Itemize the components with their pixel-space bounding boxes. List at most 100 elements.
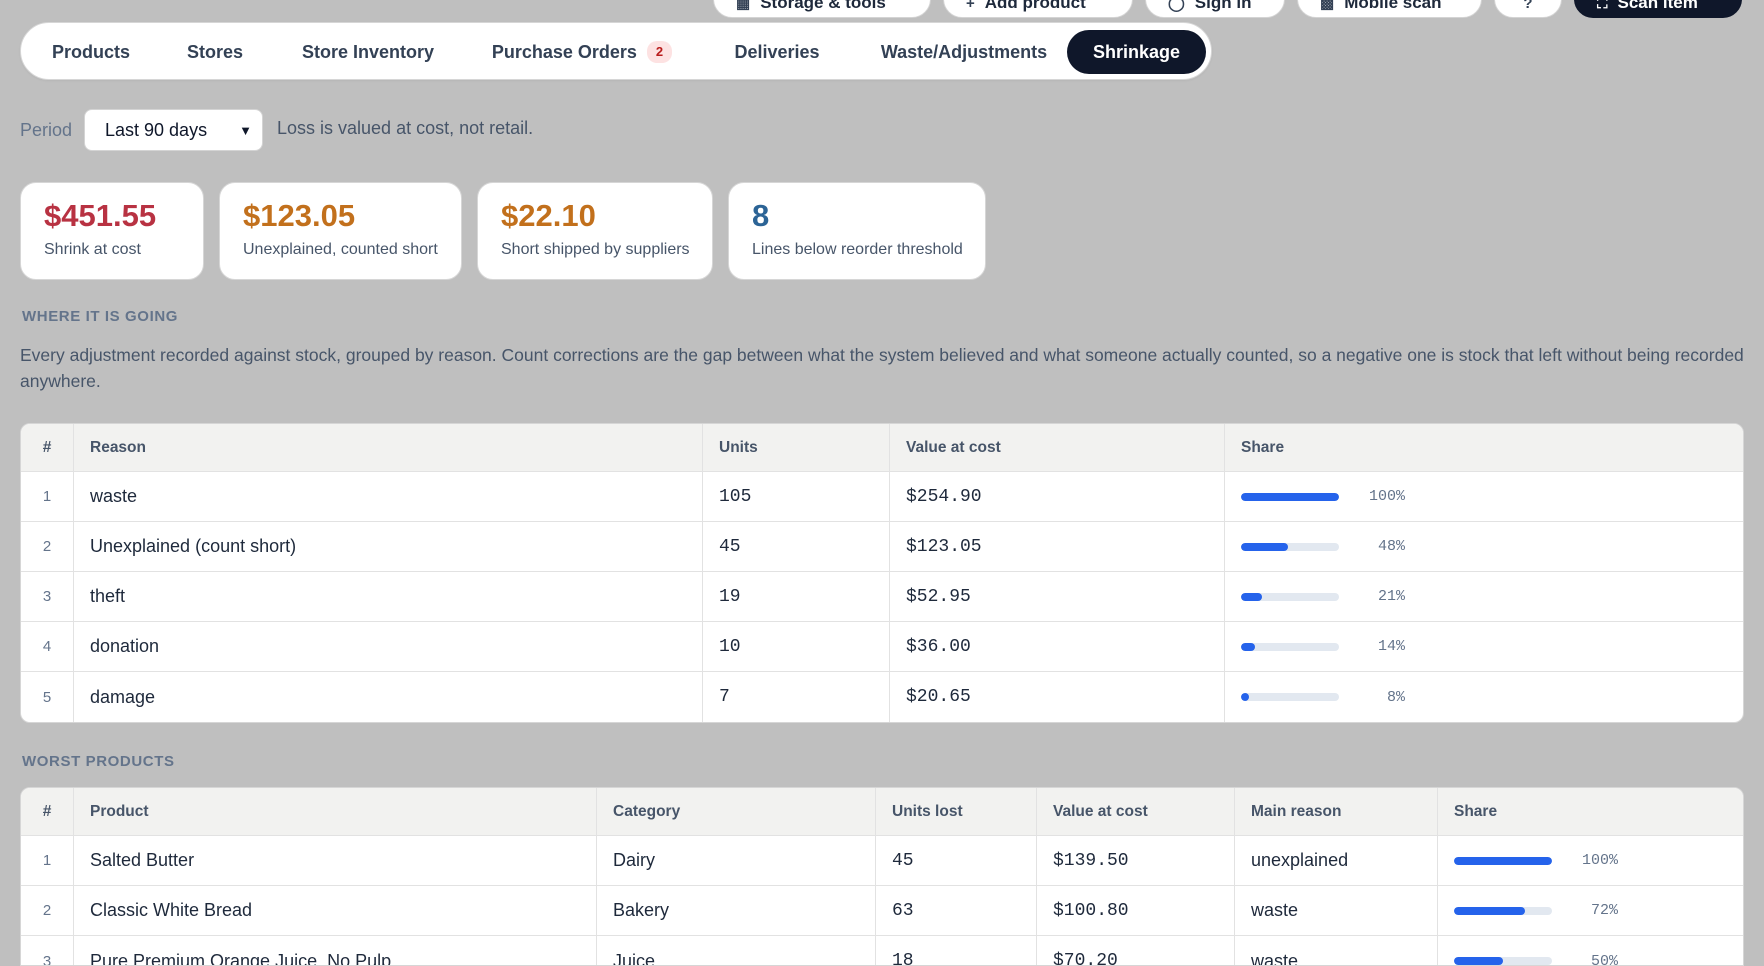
units-text: 10 (719, 636, 741, 657)
reason-name: damage (73, 672, 702, 722)
units: 10 (702, 622, 889, 671)
row-index-text: 3 (42, 952, 52, 966)
main-reason: waste (1234, 936, 1437, 966)
value-at-cost: $139.50 (1036, 836, 1234, 885)
products-section-title: Worst products (22, 753, 175, 770)
table-row[interactable]: 4 donation 10 $36.00 14% (21, 622, 1743, 672)
units-lost-text: 45 (892, 850, 914, 871)
tab-products-label: Products (51, 41, 130, 62)
table-row[interactable]: 1 waste 105 $254.90 100% (21, 472, 1743, 522)
share-cell: 14% (1224, 622, 1743, 671)
units: 7 (702, 672, 889, 722)
reason-name-text: waste (90, 486, 138, 506)
share-bar-fill (1454, 906, 1525, 915)
stat-label: Shrink at cost (44, 241, 141, 258)
stat-label: Short shipped by suppliers (501, 241, 690, 258)
share-bar (1454, 856, 1552, 865)
reason-name-text: donation (90, 636, 160, 656)
table-row[interactable]: 1 Salted Butter Dairy 45 $139.50 unexplained 1… (21, 836, 1743, 886)
stat-card-below-reorder: 8 Lines below reorder threshold (728, 182, 986, 280)
product-name-text: Pure Premium Orange Juice, No Pulp (90, 950, 392, 966)
storage-tools-label: Storage & tools (760, 0, 886, 12)
share-cell: 21% (1224, 572, 1743, 621)
mobile-scan-button[interactable]: ▩ Mobile scan (1297, 0, 1482, 18)
product-name: Salted Butter (73, 836, 596, 885)
tab-waste-adjustments-label: Waste/Adjustments (880, 41, 1048, 62)
share-bar-fill (1241, 492, 1339, 501)
tab-shrinkage[interactable]: Shrinkage (1067, 30, 1206, 74)
units-text: 45 (719, 536, 741, 557)
period-filter: Period Last 90 days ▼ Loss is valued at … (20, 109, 533, 151)
reasons-table-body: 1 waste 105 $254.90 100% 2 Unexplained (count … (21, 472, 1743, 722)
tab-waste-adjustments[interactable]: Waste/Adjustments (861, 30, 1067, 74)
period-select[interactable]: Last 90 days ▼ (84, 109, 263, 151)
col-header-main-reason: Main reason (1234, 788, 1437, 835)
top-action-bar: ▦ Storage & tools + Add product ◯ Sign i… (0, 0, 1764, 20)
tab-deliveries-label: Deliveries (734, 41, 820, 62)
product-name: Classic White Bread (73, 886, 596, 935)
units-text: 7 (719, 687, 730, 707)
value-at-cost: $52.95 (889, 572, 1224, 621)
table-row[interactable]: 2 Classic White Bread Bakery 63 $100.80 waste… (21, 886, 1743, 936)
row-index: 5 (21, 672, 73, 722)
row-index-text: 3 (42, 588, 52, 605)
add-product-button[interactable]: + Add product (943, 0, 1133, 18)
storage-tools-button[interactable]: ▦ Storage & tools (713, 0, 931, 18)
stat-card-short-shipped: $22.10 Short shipped by suppliers (477, 182, 713, 280)
purchase-orders-count-badge: 2 (646, 41, 673, 63)
value-at-cost-text: $20.65 (906, 687, 971, 707)
col-header-units-lost: Units lost (875, 788, 1036, 835)
tab-stores[interactable]: Stores (165, 30, 265, 74)
row-index: 4 (21, 622, 73, 671)
stat-value: $123.05 (243, 198, 356, 233)
table-row[interactable]: 2 Unexplained (count short) 45 $123.05 48% (21, 522, 1743, 572)
qr-icon: ▩ (1320, 0, 1335, 12)
tab-store-inventory-label: Store Inventory (301, 41, 435, 62)
share-bar-fill (1454, 856, 1552, 865)
main-reason-text: waste (1251, 950, 1299, 966)
table-row[interactable]: 3 theft 19 $52.95 21% (21, 572, 1743, 622)
table-row[interactable]: 3 Pure Premium Orange Juice, No Pulp Juice… (21, 936, 1743, 966)
value-at-cost-text: $139.50 (1053, 850, 1129, 871)
sign-in-button[interactable]: ◯ Sign in (1145, 0, 1285, 18)
category: Juice (596, 936, 875, 965)
share-percent: 21% (1377, 588, 1405, 605)
share-bar (1241, 642, 1339, 651)
tab-purchase-orders[interactable]: Purchase Orders 2 (471, 30, 693, 74)
help-icon: ? (1523, 0, 1533, 12)
col-header-reason: Reason (73, 424, 702, 471)
value-at-cost: $100.80 (1036, 886, 1234, 935)
share-percent: 100% (1368, 488, 1405, 505)
stat-card-unexplained: $123.05 Unexplained, counted short (219, 182, 462, 280)
value-at-cost-text: $100.80 (1053, 900, 1129, 921)
tab-store-inventory[interactable]: Store Inventory (277, 30, 459, 74)
col-header-index: # (42, 438, 52, 456)
reasons-table-header: # Reason Units Value at cost Share (21, 424, 1743, 472)
share-cell: 100% (1224, 472, 1743, 521)
units-lost: 63 (875, 886, 1036, 935)
category-text: Dairy (613, 850, 656, 870)
row-index-text: 2 (42, 538, 52, 555)
scan-icon: ⛶ (1597, 0, 1608, 12)
scan-item-button[interactable]: ⛶ Scan item (1574, 0, 1742, 18)
row-index: 2 (21, 522, 73, 571)
tab-deliveries[interactable]: Deliveries (717, 30, 837, 74)
table-row[interactable]: 5 damage 7 $20.65 8% (21, 672, 1743, 722)
products-table-body: 1 Salted Butter Dairy 45 $139.50 unexplained 1… (21, 836, 1743, 966)
tab-products[interactable]: Products (29, 30, 153, 74)
reason-name: waste (73, 472, 702, 521)
row-index-text: 1 (42, 488, 52, 505)
add-product-label: Add product (984, 0, 1086, 12)
row-index-text: 5 (42, 688, 52, 706)
share-bar (1241, 492, 1339, 501)
row-index-text: 2 (42, 902, 52, 919)
reason-name: Unexplained (count short) (73, 522, 702, 571)
tab-stores-label: Stores (186, 41, 244, 62)
share-bar-fill (1241, 592, 1262, 601)
share-cell: 72% (1437, 886, 1743, 935)
units-lost-text: 18 (892, 951, 914, 966)
reasons-section-title: Where it is going (22, 308, 179, 325)
units-text: 19 (719, 586, 741, 607)
value-at-cost-text: $70.20 (1053, 951, 1118, 966)
help-button[interactable]: ? (1494, 0, 1562, 18)
